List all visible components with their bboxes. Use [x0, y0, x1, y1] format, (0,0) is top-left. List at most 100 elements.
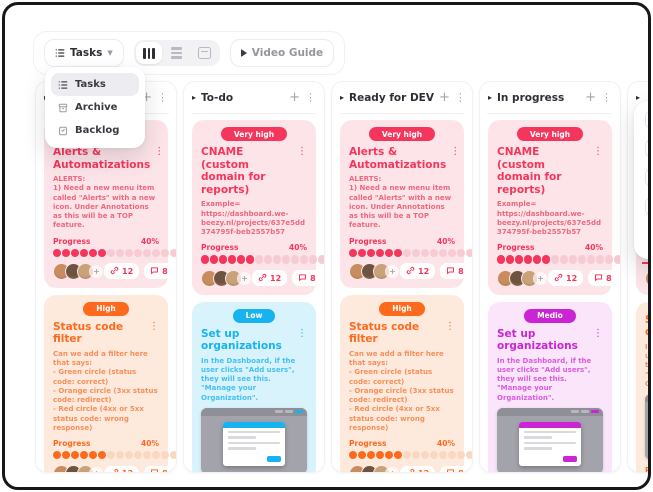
column-header[interactable]: ▸In progress+⋮ [488, 82, 612, 114]
tasks-dropdown-button[interactable]: Tasks ▼ [44, 39, 124, 67]
avatar-group: + [53, 263, 104, 280]
card-menu-icon[interactable]: ⋮ [149, 321, 159, 346]
add-card-button[interactable]: + [289, 91, 300, 104]
view-calendar-button[interactable] [192, 42, 218, 64]
progress-dot [367, 249, 375, 257]
collapse-caret-icon[interactable]: ▸ [340, 93, 344, 102]
progress-dot [385, 249, 393, 257]
column-menu-icon[interactable]: ⋮ [157, 92, 168, 103]
add-assignee-button[interactable]: + [385, 466, 400, 473]
links-chip[interactable]: 12 [104, 263, 139, 279]
tasks-list-icon [55, 48, 65, 58]
column-menu-icon[interactable]: ⋮ [455, 92, 466, 103]
progress-row: Progress40% [645, 466, 651, 473]
view-list-button[interactable] [164, 42, 190, 64]
add-assignee-button[interactable]: + [237, 271, 252, 286]
card-menu-icon[interactable]: ⋮ [445, 321, 455, 346]
links-chip[interactable]: 12 [252, 270, 287, 286]
add-assignee-button[interactable]: + [89, 264, 104, 279]
progress-dot [116, 451, 124, 459]
add-assignee-button[interactable]: + [89, 466, 104, 473]
screenshot-modal [519, 422, 581, 466]
progress-value: 40% [585, 243, 603, 252]
comments-chip[interactable]: 8 [440, 466, 470, 473]
priority-badge: Low [233, 309, 276, 323]
progress-dot [533, 255, 541, 263]
link-icon [110, 468, 119, 473]
video-guide-button[interactable]: Video Guide [230, 39, 334, 67]
task-card[interactable]: Very highCNAME (custom domain for report… [192, 120, 316, 295]
card-menu-icon[interactable]: ⋮ [593, 146, 603, 196]
screenshot-topbar [497, 408, 603, 416]
column-header[interactable]: ▸ Ready for DEV + ⋮ [340, 82, 464, 114]
progress-dot [273, 255, 281, 263]
progress-dot [80, 249, 88, 257]
add-assignee-button[interactable]: + [533, 271, 548, 286]
column-title: Ready for DEV [349, 92, 434, 104]
card-screenshot [645, 394, 651, 460]
card-title-row: Alerts & Automatizations⋮ [349, 146, 455, 171]
comments-chip[interactable]: 8 [588, 270, 618, 286]
progress-value: 40% [289, 243, 307, 252]
comments-chip[interactable]: 8 [144, 466, 174, 473]
card-description: In the Dashboard, if the user clicks "Ad… [201, 357, 307, 403]
collapse-caret-icon[interactable]: ▸ [192, 93, 196, 102]
view-columns-button[interactable] [136, 42, 162, 64]
column-header[interactable]: ▸ To-do + ⋮ [192, 82, 316, 114]
progress-row: Progress40% [349, 439, 455, 448]
add-card-button[interactable]: + [585, 91, 596, 104]
collapse-caret-icon[interactable]: ▸ [636, 93, 640, 102]
menu-item-icon[interactable] [645, 140, 651, 157]
task-card[interactable]: HighStatus code filter⋮Can we add a filt… [340, 295, 464, 473]
menu-item-icon[interactable] [645, 198, 651, 215]
chevron-down-icon: ▼ [107, 49, 112, 57]
comments-chip[interactable]: 8 [292, 270, 322, 286]
column-title: To-do [201, 92, 233, 104]
menu-item-label: Tasks [75, 79, 106, 90]
card-menu-icon[interactable]: ⋮ [450, 146, 460, 171]
menu-item-tasks[interactable]: Tasks [51, 73, 139, 96]
links-count: 12 [270, 274, 281, 283]
board-column: ▸Ready for DEV+⋮Very highAlerts & Automa… [331, 81, 473, 473]
links-count: 12 [566, 274, 577, 283]
column-menu-icon[interactable]: ⋮ [305, 92, 316, 103]
links-chip[interactable]: 12 [400, 466, 435, 473]
task-card[interactable]: Very highAlerts & Automatizations⋮ALERTS… [340, 120, 464, 288]
menu-item-archive[interactable]: Archive [51, 96, 139, 119]
menu-item-backlog[interactable]: Backlog [51, 119, 139, 142]
card-menu-icon[interactable]: ⋮ [154, 146, 164, 171]
task-card[interactable]: LowSet up organizations⋮In the Dashboard… [192, 302, 316, 474]
comment-icon [446, 468, 455, 473]
progress-dots [497, 255, 603, 263]
comments-chip[interactable]: 8 [144, 263, 174, 279]
task-card[interactable]: Very highCNAME (custom domain for report… [488, 120, 612, 295]
card-title: Alerts & Automatizations [349, 146, 446, 171]
links-chip[interactable]: 12 [548, 270, 583, 286]
menu-item-icon[interactable] [645, 169, 651, 186]
card-menu-icon[interactable]: ⋮ [297, 146, 307, 196]
progress-dot [134, 451, 142, 459]
add-card-button[interactable]: + [439, 91, 450, 104]
comments-chip[interactable]: 8 [440, 263, 470, 279]
archive-icon [58, 103, 68, 113]
progress-row: Progress40% [201, 243, 307, 252]
progress-dots [53, 249, 159, 257]
links-chip[interactable]: 12 [104, 466, 139, 473]
links-chip[interactable]: 12 [400, 263, 435, 279]
task-card[interactable]: HighStatus code filter⋮Can we add a filt… [44, 295, 168, 473]
card-menu-icon[interactable]: ⋮ [297, 328, 307, 353]
menu-item-icon[interactable] [645, 111, 651, 128]
card-meta: 12 8 [548, 270, 618, 286]
card-description: In the Dashboard, if the user clicks "Ad… [645, 343, 651, 389]
task-card[interactable]: Set up organizations⋮In the Dashboard, i… [636, 302, 651, 473]
add-assignee-button[interactable]: + [385, 264, 400, 279]
app-window: Tasks ▼ Video Guide ▸Ideas+⋮Very highAle… [2, 2, 651, 490]
card-description: Example= https://dashboard.we-beezy.nl/p… [201, 200, 307, 237]
column-menu-icon[interactable]: ⋮ [601, 92, 612, 103]
card-menu-icon[interactable]: ⋮ [593, 328, 603, 353]
avatar[interactable] [645, 270, 651, 287]
collapse-caret-icon[interactable]: ▸ [488, 93, 492, 102]
progress-dot [98, 451, 106, 459]
task-card[interactable]: MedioSet up organizations⋮In the Dashboa… [488, 302, 612, 474]
progress-dot [412, 451, 420, 459]
